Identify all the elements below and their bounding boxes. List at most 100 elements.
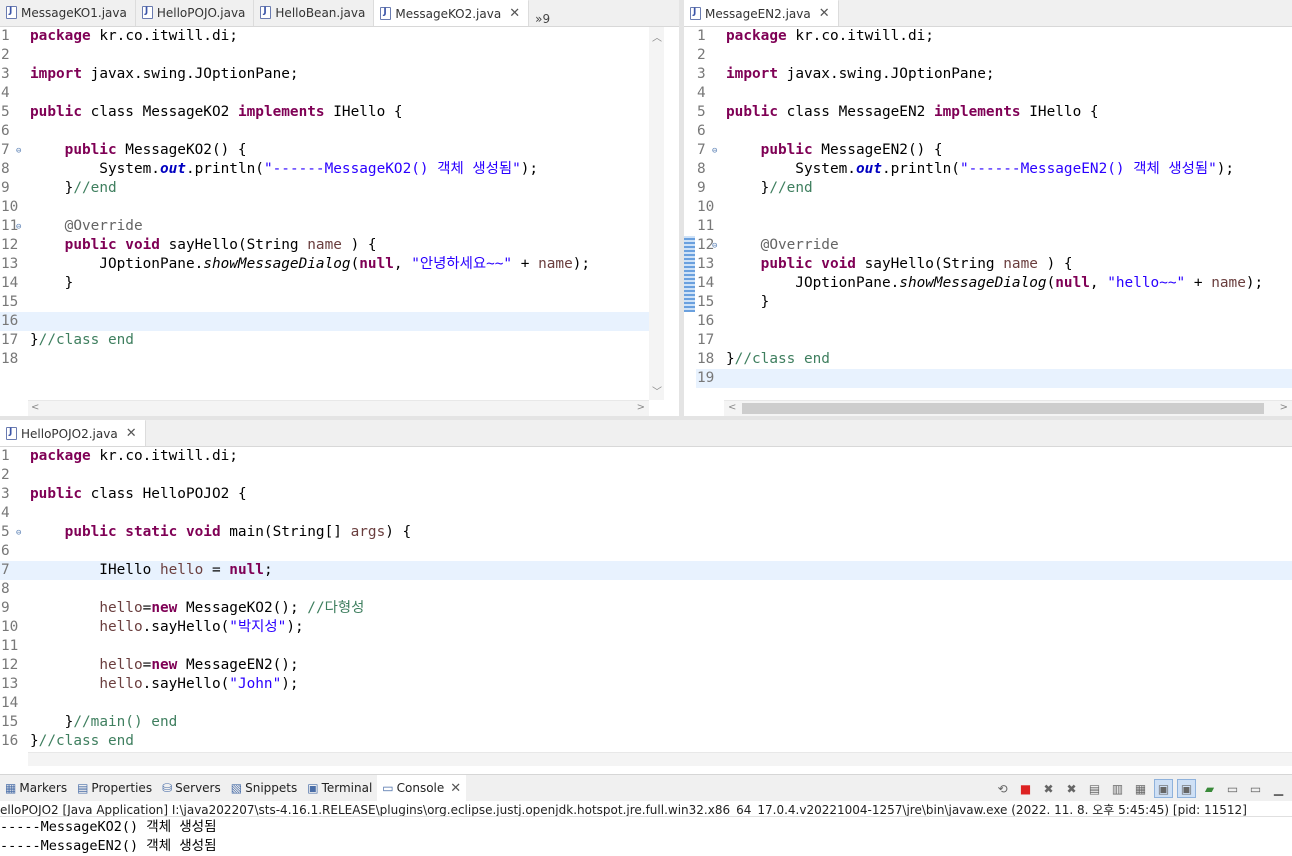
code-token: implements (933, 104, 1021, 120)
word-wrap-icon[interactable]: ▦ (1131, 779, 1150, 798)
code-token: public (64, 142, 117, 158)
line-number: 4 (1, 85, 10, 101)
code-line: 14 JOptionPane.showMessageDialog(null, "… (696, 274, 1292, 293)
remove-all-icon[interactable]: ✖ (1062, 779, 1081, 798)
close-icon[interactable]: ✕ (819, 6, 830, 21)
editor-tab[interactable]: MessageKO2.java ✕ (374, 0, 530, 26)
view-tab-terminal[interactable]: ▣ Terminal (302, 781, 377, 795)
fold-toggle-icon[interactable]: ⊖ (16, 524, 21, 543)
pin-console-icon[interactable]: ⟲ (993, 779, 1012, 798)
code-token: sayHello(String (159, 237, 308, 253)
code-token: MessageEN2() { (812, 142, 943, 158)
fold-toggle-icon[interactable]: ⊖ (16, 218, 21, 237)
code-token: //main() end (73, 714, 178, 730)
code-line: 11 (0, 637, 1292, 656)
view-tab-console[interactable]: ▭ Console ✕ (377, 774, 467, 802)
fold-toggle-icon[interactable]: ⊖ (712, 142, 717, 161)
code-line: 16 (0, 312, 664, 331)
code-token: package (726, 28, 787, 44)
editor-tab[interactable]: MessageKO1.java (0, 0, 136, 26)
editor-messageen2[interactable]: 1 package kr.co.itwill.di; 2 3 import javax.… (696, 27, 1292, 400)
line-number: 3 (697, 66, 706, 82)
right-editor-hscrollbar[interactable]: < > (724, 400, 1292, 416)
display-console-icon[interactable]: ▭ (1223, 779, 1242, 798)
console-output: -----MessageKO2() 객체 생성됨 -----MessageEN2(… (0, 818, 217, 856)
code-line: 1 package kr.co.itwill.di; (0, 27, 664, 46)
terminate-icon[interactable]: ■ (1016, 779, 1035, 798)
fold-toggle-icon[interactable]: ⊖ (16, 142, 21, 161)
tab-label: MessageKO2.java (395, 6, 502, 21)
left-editor-vscrollbar[interactable]: ︿ ﹀ (649, 27, 664, 400)
code-token: name (1211, 275, 1246, 291)
left-editor-tabbar: MessageKO1.java HelloPOJO.java HelloBean.j… (0, 0, 679, 27)
scroll-lock-icon[interactable]: ▥ (1108, 779, 1127, 798)
view-tab-markers[interactable]: ▦ Markers (0, 781, 72, 795)
code-token: hello (99, 600, 143, 616)
minimize-icon[interactable]: ▁ (1269, 779, 1288, 798)
clear-console-icon[interactable]: ▤ (1085, 779, 1104, 798)
editor-tab[interactable]: HelloPOJO.java (136, 0, 255, 26)
code-line: 5 public class MessageKO2 implements IHel… (0, 103, 664, 122)
close-icon[interactable]: ✕ (509, 6, 520, 21)
open-console-icon[interactable]: ▰ (1200, 779, 1219, 798)
view-tab-properties[interactable]: ▤ Properties (72, 781, 157, 795)
editor-tab[interactable]: MessageEN2.java ✕ (684, 0, 839, 26)
code-token: , (1089, 275, 1108, 291)
bottom-editor-hscrollbar[interactable] (28, 752, 1292, 766)
view-tab-servers[interactable]: ⛁ Servers (157, 781, 226, 795)
line-number: 11 (1, 638, 19, 654)
line-number: 17 (1, 332, 19, 348)
code-line: 12 public void sayHello(String name ) { (0, 236, 664, 255)
line-number: 11 (1, 218, 19, 234)
code-token: } (726, 351, 735, 367)
code-line: 7 ⊖ public MessageEN2() { (696, 141, 1292, 160)
remove-launch-icon[interactable]: ✖ (1039, 779, 1058, 798)
line-number: 14 (697, 275, 715, 291)
show-stdout-icon[interactable]: ▣ (1154, 779, 1173, 798)
console-line: -----MessageKO2() 객체 생성됨 (0, 819, 217, 835)
line-number: 18 (697, 351, 715, 367)
code-line: 16 (696, 312, 1292, 331)
code-token: } (30, 332, 39, 348)
code-token: ); (286, 619, 304, 635)
close-icon[interactable]: ✕ (450, 781, 461, 796)
line-number: 7 (1, 562, 10, 578)
code-line: 8 System.out.println("------MessageKO2()… (0, 160, 664, 179)
servers-icon: ⛁ (162, 781, 173, 795)
left-editor-hscrollbar[interactable]: < > (28, 400, 649, 416)
code-line: 10 hello.sayHello("박지성"); (0, 618, 1292, 637)
tab-overflow-indicator[interactable]: »9 (529, 12, 556, 26)
code-line: 15 (0, 293, 664, 312)
new-console-icon[interactable]: ▭ (1246, 779, 1265, 798)
line-number: 9 (1, 180, 10, 196)
line-number: 3 (1, 486, 10, 502)
editor-tab[interactable]: HelloBean.java (254, 0, 375, 26)
code-line: 12 hello=new MessageEN2(); (0, 656, 1292, 675)
fold-toggle-icon[interactable]: ⊖ (712, 237, 717, 256)
editor-tab[interactable]: HelloPOJO2.java ✕ (0, 420, 146, 446)
view-tab-snippets[interactable]: ▧ Snippets (226, 781, 302, 795)
editor-split-divider[interactable] (679, 0, 684, 418)
close-icon[interactable]: ✕ (126, 426, 137, 441)
code-line: 14 } (0, 274, 664, 293)
scroll-thumb[interactable] (742, 403, 1264, 414)
line-number: 13 (697, 256, 715, 272)
show-stderr-icon[interactable]: ▣ (1177, 779, 1196, 798)
code-token: class MessageEN2 (786, 104, 934, 120)
bottom-editor-tabbar: HelloPOJO2.java ✕ (0, 420, 1292, 447)
editor-hellopojo2[interactable]: 1 package kr.co.itwill.di; 2 3 public class … (0, 447, 1292, 752)
line-number: 15 (697, 294, 715, 310)
code-token: name (538, 256, 573, 272)
view-tab-label: Markers (19, 781, 68, 795)
code-token: hello (99, 657, 143, 673)
code-token: args (350, 524, 386, 540)
line-number: 1 (1, 28, 10, 44)
code-token: System. (30, 161, 160, 177)
code-token: public (30, 104, 82, 120)
editor-messageko2[interactable]: 1 package kr.co.itwill.di; 2 3 import javax.… (0, 27, 664, 400)
